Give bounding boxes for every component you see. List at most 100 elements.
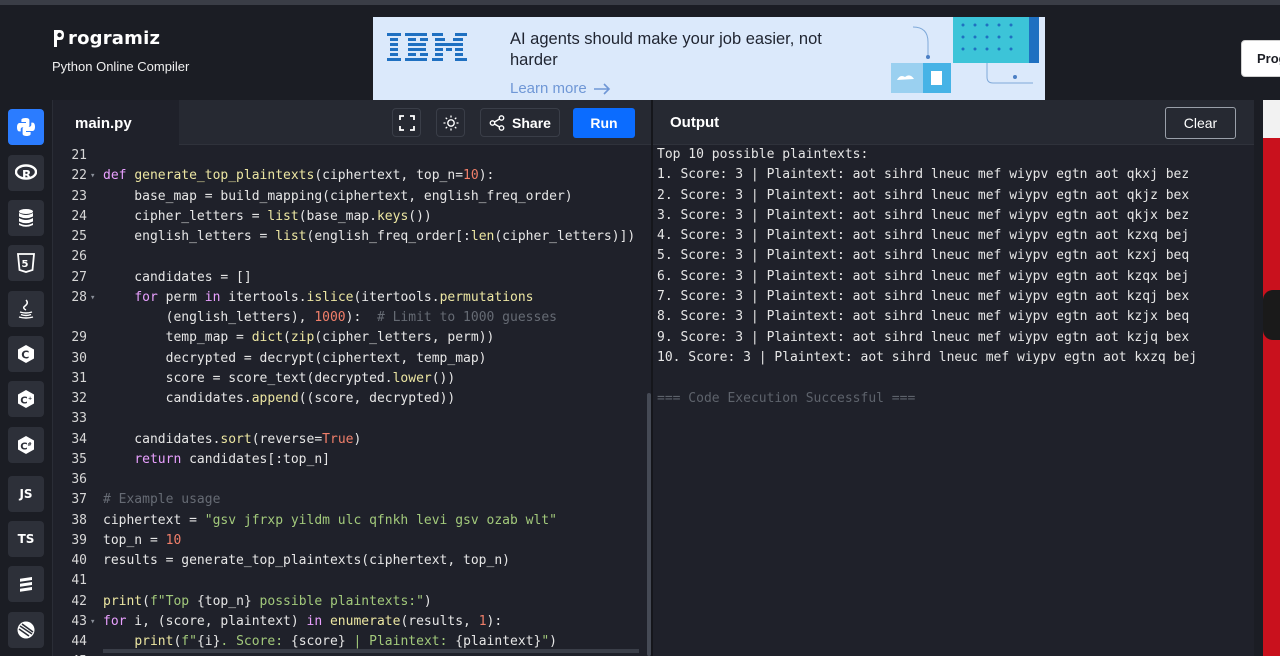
- svg-text:C: C: [20, 395, 27, 406]
- ad-learn-more-link[interactable]: Learn more: [510, 80, 611, 97]
- code-line[interactable]: 40 results = generate_top_plaintexts(ciph…: [53, 551, 643, 571]
- output-line: 4. Score: 3 | Plaintext: aot sihrd lneuc…: [657, 228, 1190, 244]
- line-number: 40: [71, 553, 87, 568]
- code-line[interactable]: 34 candidates.sort(reverse=True): [53, 430, 643, 450]
- code-line[interactable]: 39 top_n = 10: [53, 531, 643, 551]
- code-text: return candidates[:top_n]: [134, 451, 330, 467]
- code-text: cipher_letters = list(base_map.keys()): [103, 208, 432, 224]
- line-number: 29: [71, 330, 87, 346]
- code-text: candidates.append((score, decrypted)): [103, 391, 456, 406]
- code-line[interactable]: 25 english_letters = list(english_freq_o…: [53, 227, 643, 247]
- programiz-logo[interactable]: rogramiz: [52, 27, 189, 49]
- fullscreen-icon: [398, 114, 415, 131]
- line-number: 30: [71, 350, 87, 366]
- line-number: 44: [71, 634, 87, 649]
- line-number: 43: [71, 613, 87, 629]
- code-area[interactable]: 21 22 ▾ def generate_top_plaintexts(ciphert…: [53, 145, 643, 656]
- code-line[interactable]: 33: [53, 409, 643, 429]
- code-line[interactable]: 31 score = score_text(decrypted.lower()): [53, 369, 643, 389]
- code-line[interactable]: 35 return candidates[:top_n]: [53, 450, 643, 470]
- csharp-icon[interactable]: C #: [8, 427, 44, 463]
- share-icon: [489, 114, 505, 131]
- cpp-icon[interactable]: C +: [8, 381, 44, 417]
- c-icon[interactable]: C: [8, 336, 44, 372]
- line-number: 31: [71, 370, 87, 386]
- share-button[interactable]: Share: [480, 108, 560, 137]
- output-line: 1. Score: 3 | Plaintext: aot sihrd lneuc…: [657, 167, 1190, 183]
- code-line[interactable]: 21: [53, 146, 643, 166]
- code-line[interactable]: 37 # Example usage: [53, 490, 643, 510]
- run-button[interactable]: Run: [573, 108, 635, 138]
- output-line: 10. Score: 3 | Plaintext: aot sihrd lneu…: [657, 349, 1198, 365]
- svg-text:5: 5: [22, 259, 29, 270]
- code-line[interactable]: 22 ▾ def generate_top_plaintexts(ciphertex…: [53, 166, 643, 186]
- code-text: for perm in itertools.islice(itertools.p…: [134, 289, 534, 305]
- swift-icon[interactable]: [8, 566, 44, 602]
- editor-horizontal-scrollbar[interactable]: [103, 649, 639, 653]
- code-line[interactable]: 43 ▾ for i, (score, plaintext) in enumerat…: [53, 612, 643, 632]
- r-language-icon[interactable]: R: [8, 155, 44, 191]
- code-line[interactable]: 28 ▾ for perm in itertools.islice(itertoo…: [53, 288, 643, 308]
- svg-text:#: #: [28, 442, 32, 448]
- line-number: 38: [71, 512, 87, 528]
- code-line[interactable]: 23 base_map = build_mapping(ciphertext, …: [53, 187, 643, 207]
- side-ad-white-block: [1263, 100, 1280, 138]
- site-header: rogramiz Python Online Compiler AI agent…: [0, 5, 1280, 100]
- output-line: 8. Score: 3 | Plaintext: aot sihrd lneuc…: [657, 309, 1190, 325]
- side-advertisement[interactable]: [1263, 100, 1280, 656]
- java-icon[interactable]: [8, 291, 44, 327]
- theme-toggle-button[interactable]: [436, 108, 465, 137]
- code-line[interactable]: 27 candidates = []: [53, 268, 643, 288]
- code-line[interactable]: 36: [53, 470, 643, 490]
- line-number: 37: [71, 492, 87, 508]
- database-icon[interactable]: [8, 200, 44, 236]
- line-number: 27: [71, 269, 87, 285]
- clear-button[interactable]: Clear: [1165, 107, 1236, 139]
- svg-text:+: +: [28, 396, 32, 402]
- share-label: Share: [512, 114, 551, 131]
- code-line[interactable]: 32 candidates.append((score, decrypted)): [53, 389, 643, 409]
- ad-headline[interactable]: AI agents should make your job easier, n…: [510, 29, 870, 71]
- code-editor-panel: main.py Share Run 21 22 ▾ def generate_top_…: [52, 100, 652, 656]
- line-number: 22: [71, 168, 87, 184]
- code-line[interactable]: 41: [53, 571, 643, 591]
- file-tab-main-py[interactable]: main.py: [53, 100, 179, 146]
- line-number: 26: [71, 249, 87, 265]
- line-number: 33: [71, 411, 87, 427]
- ts-icon[interactable]: TS: [8, 521, 44, 557]
- code-text: top_n = 10: [103, 532, 182, 548]
- arrow-right-icon: [593, 82, 610, 95]
- fullscreen-button[interactable]: [392, 108, 421, 137]
- code-line[interactable]: (english_letters), 1000): # Limit to 100…: [53, 308, 643, 328]
- code-line[interactable]: 30 decrypted = decrypt(ciphertext, temp_…: [53, 349, 643, 369]
- code-line[interactable]: 29 temp_map = dict(zip(cipher_letters, p…: [53, 328, 643, 348]
- output-line: 3. Score: 3 | Plaintext: aot sihrd lneuc…: [657, 207, 1190, 223]
- code-line[interactable]: 26: [53, 247, 643, 267]
- ad-link-text: Learn more: [510, 80, 587, 97]
- fold-toggle-icon[interactable]: ▾: [90, 166, 95, 186]
- code-text: (english_letters), 1000): # Limit to 100…: [103, 310, 557, 325]
- code-text: # Example usage: [103, 492, 221, 508]
- programiz-brand[interactable]: rogramiz Python Online Compiler: [52, 27, 189, 75]
- code-line[interactable]: 42 print(f"Top {top_n} possible plaintext…: [53, 592, 643, 612]
- fold-toggle-icon[interactable]: ▾: [90, 612, 95, 632]
- editor-toolbar: main.py Share Run: [53, 100, 652, 146]
- programiz-pro-button[interactable]: Prog: [1241, 40, 1280, 77]
- line-number: 35: [71, 451, 87, 467]
- go-icon[interactable]: [8, 612, 44, 648]
- python-icon[interactable]: [8, 109, 44, 145]
- line-number: 41: [71, 573, 87, 589]
- fold-toggle-icon[interactable]: ▾: [90, 288, 95, 308]
- line-number: 28: [71, 289, 87, 305]
- code-line[interactable]: 38 ciphertext = "gsv jfrxp yildm ulc qfnk…: [53, 511, 643, 531]
- ibm-advertisement[interactable]: AI agents should make your job easier, n…: [373, 17, 1045, 100]
- sun-icon: [443, 115, 458, 130]
- js-icon[interactable]: JS: [8, 476, 44, 512]
- line-number: 25: [71, 229, 87, 244]
- line-number: 24: [71, 208, 87, 224]
- html5-icon[interactable]: 5: [8, 245, 44, 281]
- programiz-logo-icon: [52, 27, 66, 49]
- logo-text: rogramiz: [68, 27, 161, 49]
- code-text: results = generate_top_plaintexts(cipher…: [103, 553, 510, 568]
- code-line[interactable]: 24 cipher_letters = list(base_map.keys()…: [53, 207, 643, 227]
